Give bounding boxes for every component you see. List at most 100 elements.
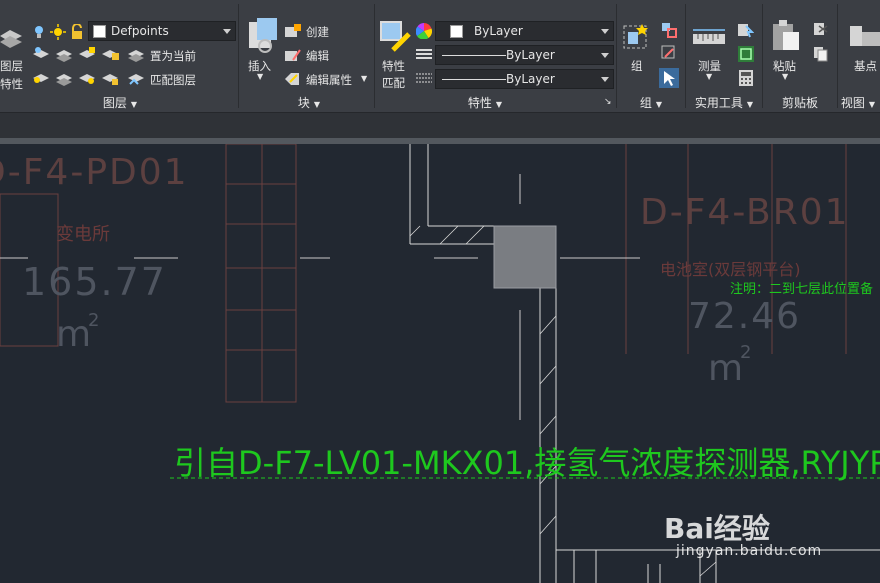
make-current-icon[interactable]	[128, 46, 146, 62]
linetype-combo[interactable]: ByLayer	[435, 45, 614, 65]
clipboard-panel: 粘贴 ▼ 剪贴板	[763, 0, 837, 112]
properties-panel-title[interactable]: 特性 ▼	[435, 94, 535, 112]
measure-icon[interactable]	[692, 28, 726, 50]
room-left-area: 165.77	[22, 260, 167, 304]
layer-properties-label-1[interactable]: 图层	[0, 58, 23, 74]
watermark-logo: Bai经验	[664, 512, 770, 545]
layer-tool-icon-4[interactable]	[102, 46, 120, 62]
measure-dropdown[interactable]: ▼	[706, 72, 712, 81]
match-properties-label-2[interactable]: 匹配	[382, 75, 405, 91]
block-panel-title[interactable]: 块 ▼	[259, 94, 359, 112]
chevron-down-icon: ▼	[495, 100, 503, 109]
watermark: Bai经验 jingyan.baidu.com	[664, 507, 834, 559]
calculator-icon[interactable]	[739, 70, 753, 86]
chevron-down-icon: ▼	[130, 100, 138, 109]
match-properties-label-1[interactable]: 特性	[382, 58, 405, 74]
group-icon[interactable]	[622, 22, 648, 50]
utilities-panel-title-text: 实用工具	[694, 96, 743, 110]
cut-icon[interactable]	[813, 22, 829, 38]
ungroup-icon[interactable]	[661, 22, 677, 38]
create-block-icon[interactable]	[285, 24, 301, 38]
utilities-panel-title[interactable]: 实用工具 ▼	[686, 94, 762, 112]
clipboard-panel-title: 剪贴板	[763, 94, 837, 112]
make-current-label[interactable]: 置为当前	[150, 48, 196, 64]
paste-dropdown[interactable]: ▼	[782, 72, 788, 81]
group-panel-title-text: 组	[639, 96, 652, 110]
edit-attributes-dropdown[interactable]: ▼	[361, 74, 367, 83]
layer-tool-icon-8[interactable]	[102, 70, 120, 86]
chevron-down-icon	[601, 29, 609, 34]
view-panel: 基点 视图 ▼	[838, 0, 880, 112]
base-view-icon[interactable]	[850, 24, 880, 50]
match-layer-icon[interactable]	[128, 70, 146, 86]
utilities-panel: 测量 ▼ 实用工具 ▼	[686, 0, 762, 112]
group-panel-title[interactable]: 组 ▼	[621, 94, 681, 112]
block-panel: 插入 ▼ 创建 编辑 编辑属性 ▼ 块 ▼	[239, 0, 374, 112]
select-all-icon[interactable]	[738, 46, 754, 62]
lineweight-combo[interactable]: ByLayer	[435, 69, 614, 89]
group-panel: 组 组 ▼	[617, 0, 685, 112]
color-wheel-icon[interactable]	[416, 23, 432, 39]
layer-tool-icon-6[interactable]	[56, 70, 74, 86]
room-left-code: D-F4-PD01	[0, 152, 189, 193]
edit-label[interactable]: 编辑	[306, 48, 329, 64]
match-properties-icon[interactable]	[379, 20, 413, 54]
chevron-down-icon	[223, 29, 231, 34]
drawing-canvas[interactable]: D-F4-PD01 变电所 165.77 m 2 D-F4-BR01 电池室(双…	[0, 144, 880, 583]
room-left-name: 变电所	[56, 224, 110, 245]
insert-block-icon[interactable]	[245, 18, 279, 54]
chevron-down-icon: ▼	[313, 100, 321, 109]
group-edit-icon[interactable]	[661, 45, 677, 61]
copy-icon[interactable]	[813, 46, 829, 62]
lineweight-combo-value: ByLayer	[506, 72, 555, 86]
linetype-icon[interactable]	[416, 48, 432, 60]
match-layer-label[interactable]: 匹配图层	[150, 72, 196, 88]
paste-icon[interactable]	[771, 20, 801, 52]
linetype-combo-value: ByLayer	[506, 48, 555, 62]
layer-lock-icon[interactable]	[70, 24, 84, 40]
view-panel-title[interactable]: 视图 ▼	[838, 94, 878, 112]
chevron-down-icon: ▼	[746, 100, 754, 109]
group-selection-icon[interactable]	[659, 68, 679, 88]
layer-combo-value: Defpoints	[111, 24, 169, 38]
block-panel-title-text: 块	[297, 96, 310, 110]
edit-attributes-icon[interactable]	[285, 72, 301, 86]
view-panel-title-text: 视图	[840, 96, 865, 110]
layers-panel-title[interactable]: 图层 ▼	[60, 94, 180, 112]
layers-panel-title-text: 图层	[102, 96, 127, 110]
insert-dropdown[interactable]: ▼	[257, 72, 263, 81]
group-label[interactable]: 组	[631, 58, 643, 74]
edit-block-icon[interactable]	[285, 48, 301, 62]
layer-combo[interactable]: Defpoints	[88, 21, 236, 41]
note-text: 注明：二到七层此位置备	[730, 282, 874, 297]
linetype-sample-line	[442, 55, 506, 56]
layer-tool-icon-1[interactable]	[33, 46, 51, 62]
chevron-down-icon	[601, 77, 609, 82]
properties-panel-title-text: 特性	[467, 96, 492, 110]
chevron-down-icon	[601, 53, 609, 58]
room-right-name: 电池室(双层钢平台)	[660, 260, 801, 279]
base-view-label[interactable]: 基点	[854, 58, 877, 74]
layer-tool-icon-3[interactable]	[79, 46, 97, 62]
layer-tool-icon-7[interactable]	[79, 70, 97, 86]
room-left-unit-sup: 2	[88, 310, 100, 331]
quick-select-icon[interactable]	[738, 22, 754, 38]
color-combo-value: ByLayer	[474, 24, 523, 38]
color-combo[interactable]: ByLayer	[435, 21, 614, 41]
chevron-down-icon: ▼	[868, 100, 876, 109]
layer-color-swatch	[93, 25, 106, 38]
properties-panel: 特性 匹配 ByLayer ByLayer ByLayer 特性 ▼ ↘	[375, 0, 616, 112]
lineweight-icon[interactable]	[416, 72, 432, 84]
layer-tool-icon-5[interactable]	[33, 70, 51, 86]
edit-attributes-label[interactable]: 编辑属性	[306, 72, 352, 88]
layer-properties-icon[interactable]	[0, 22, 22, 50]
room-right-area: 72.46	[688, 296, 802, 337]
panel-launcher-icon[interactable]: ↘	[604, 97, 612, 107]
layer-on-icon[interactable]	[33, 25, 45, 39]
layer-tool-icon-2[interactable]	[56, 46, 74, 62]
create-label[interactable]: 创建	[306, 24, 329, 40]
layer-freeze-sun-icon[interactable]	[50, 24, 66, 40]
layer-properties-label-2[interactable]: 特性	[0, 76, 23, 92]
watermark-url: jingyan.baidu.com	[676, 543, 823, 559]
file-tabs-strip	[0, 112, 880, 138]
